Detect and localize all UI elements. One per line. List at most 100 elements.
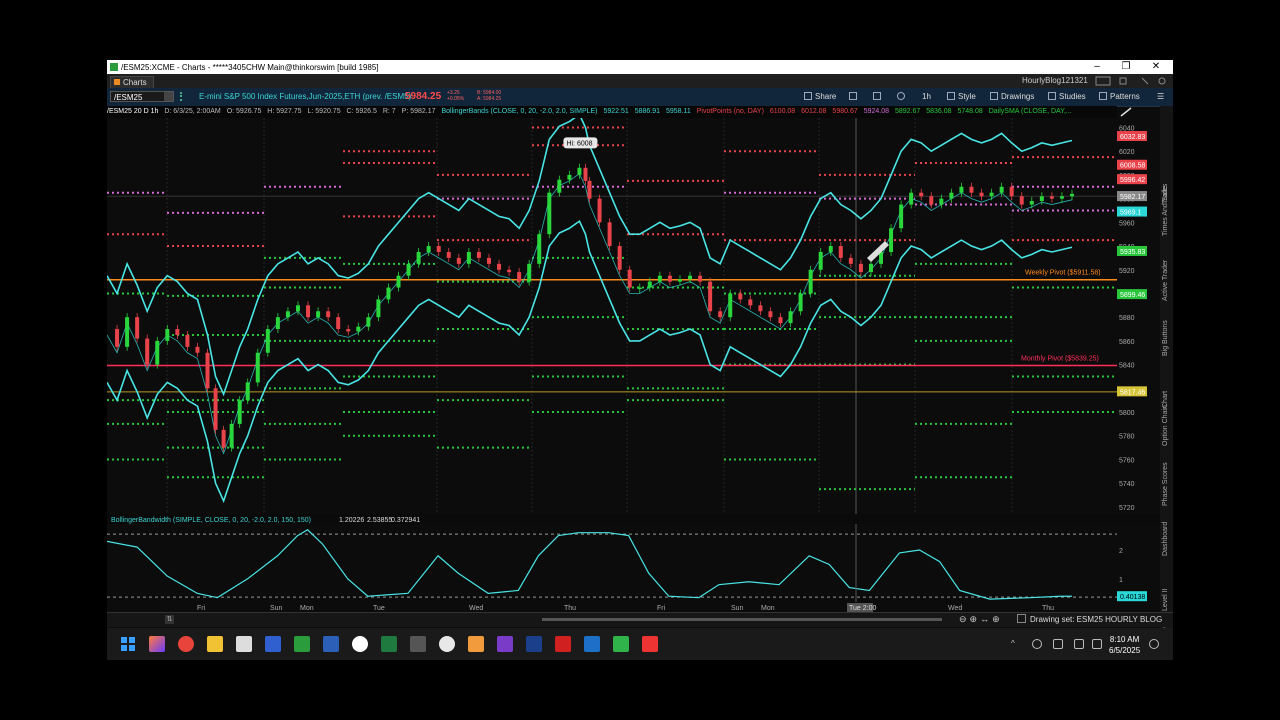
sma-label[interactable]: DailySMA (CLOSE, DAY,... (989, 108, 1072, 115)
price-badge-label: 5899.46 (1120, 292, 1145, 299)
menu-icon[interactable]: ☰ (1157, 91, 1164, 103)
stock-app-icon[interactable] (265, 636, 281, 652)
bb-label[interactable]: BollingerBands (CLOSE, 0, 20, -2.0, 2.0,… (441, 108, 597, 115)
red-app-icon[interactable] (555, 636, 571, 652)
horizontal-scrollbar[interactable] (542, 618, 942, 621)
right-sidebar: Trade Times And Sales Active Trader Big But… (1160, 106, 1173, 660)
copilot-icon[interactable] (149, 636, 165, 652)
windows-start-icon[interactable] (120, 636, 136, 652)
time-axis-label: Tue (373, 605, 385, 612)
settings-icon[interactable] (1158, 77, 1166, 85)
pp-label[interactable]: PivotPoints (no, DAY) (697, 108, 764, 115)
candle (909, 192, 914, 205)
schwab-app-icon[interactable] (526, 636, 542, 652)
candle (688, 275, 693, 280)
candle (939, 198, 944, 205)
bandwidth-value: 2.53855 (367, 517, 392, 524)
volume-icon[interactable] (1092, 639, 1102, 649)
time-axis-label: Mon (300, 605, 314, 612)
charts-tab-icon (114, 79, 120, 85)
time-axis-label: Thu (1042, 605, 1054, 612)
chrome-profile-icon[interactable] (439, 636, 455, 652)
price-axis-label: 5860 (1119, 339, 1135, 346)
thinkorswim-icon[interactable] (294, 636, 310, 652)
candle (999, 186, 1004, 193)
drawing-tool-icon[interactable] (1119, 106, 1133, 118)
right-tab-label: Level II (1162, 588, 1169, 611)
symbol-dropdown-icon[interactable] (164, 92, 173, 101)
close-button[interactable]: ✕ (1141, 60, 1171, 74)
microphone-icon[interactable] (1053, 639, 1063, 649)
tab-row: Charts HourlyBlog121321 (107, 74, 1173, 89)
notes-app-icon[interactable] (468, 636, 484, 652)
store-icon[interactable] (236, 636, 252, 652)
maximize-button[interactable]: ❐ (1111, 60, 1141, 74)
candle (416, 251, 421, 264)
layout-icon[interactable] (1095, 76, 1111, 86)
timeframe-button[interactable]: 1h (922, 91, 931, 103)
share-button[interactable]: Share (804, 91, 836, 103)
candle (587, 180, 592, 199)
style-icon (947, 92, 955, 100)
candle (195, 346, 200, 353)
candle (135, 317, 140, 339)
flask-button[interactable] (873, 91, 884, 103)
app-circle-icon[interactable] (352, 636, 368, 652)
studies-button[interactable]: Studies (1048, 91, 1086, 103)
green-app-icon[interactable] (613, 636, 629, 652)
price-axis-label: 5840 (1119, 363, 1135, 370)
candle (336, 317, 341, 330)
excel-icon[interactable] (381, 636, 397, 652)
chrome-icon[interactable] (178, 636, 194, 652)
patterns-button[interactable]: Patterns (1099, 91, 1140, 103)
expand-icon[interactable]: ⇅ (165, 615, 174, 624)
drawings-button[interactable]: Drawings (990, 91, 1034, 103)
candle (145, 338, 150, 365)
candle (356, 326, 361, 332)
bandwidth-chart[interactable]: BollingerBandwidth (SIMPLE, CLOSE, 0, 20… (107, 514, 1160, 612)
candle (798, 293, 803, 312)
settings-app-icon[interactable] (410, 636, 426, 652)
monthly-pivot-label: Monthly Pivot ($5839.25) (1021, 356, 1099, 363)
c-app-icon[interactable] (642, 636, 658, 652)
candle (949, 192, 954, 199)
pp-value-4: 5924.08 (863, 108, 889, 115)
bar-open: O: 5926.75 (226, 108, 262, 115)
bandwidth-label: BollingerBandwidth (SIMPLE, CLOSE, 0, 20… (111, 517, 311, 524)
price-chart[interactable]: 6040602060005980596059405920590058805860… (107, 118, 1160, 514)
symbol-input[interactable]: /ESM25 (110, 91, 174, 102)
symbol-description: E-mini S&P 500 Index Futures,Jun-2025,ET… (199, 92, 412, 101)
zoom-controls[interactable]: ⊖⊕↔⊕ (959, 614, 1003, 625)
flask-icon (873, 92, 881, 100)
weekly-pivot-label: Weekly Pivot ($5911.58) (1025, 270, 1101, 277)
price-axis-label: 5920 (1119, 268, 1135, 275)
candle (748, 299, 753, 306)
account-name[interactable]: HourlyBlog121321 (1022, 76, 1088, 85)
bandwidth-value: 0.372941 (391, 517, 420, 524)
candle (698, 275, 703, 282)
tray-chevron-icon[interactable]: ^ (1011, 639, 1021, 649)
pencil-icon[interactable] (1017, 614, 1026, 623)
notification-bell-icon[interactable] (1149, 639, 1159, 649)
price-axis-label: 5760 (1119, 457, 1135, 464)
purple-app-icon[interactable] (497, 636, 513, 652)
price-badge-label: 6032.83 (1120, 134, 1145, 141)
settings-button[interactable] (897, 91, 908, 103)
candle (547, 192, 552, 235)
file-explorer-icon[interactable] (207, 636, 223, 652)
snapshot-button[interactable] (849, 91, 860, 103)
outlook-icon[interactable] (584, 636, 600, 652)
price-axis-label: 5960 (1119, 220, 1135, 227)
candle (476, 251, 481, 258)
system-clock[interactable]: 8:10 AM 6/5/2025 (1109, 634, 1140, 656)
style-button[interactable]: Style (947, 91, 976, 103)
candle (647, 281, 652, 288)
link-icon[interactable] (1141, 77, 1149, 85)
network-icon[interactable] (1074, 639, 1084, 649)
word-icon[interactable] (323, 636, 339, 652)
symbol-link-icon[interactable] (180, 92, 188, 101)
pencil-cursor-icon (867, 241, 889, 262)
minimize-button[interactable]: – (1082, 60, 1112, 74)
grid-icon[interactable] (1119, 77, 1127, 85)
cloud-icon[interactable] (1032, 639, 1042, 649)
